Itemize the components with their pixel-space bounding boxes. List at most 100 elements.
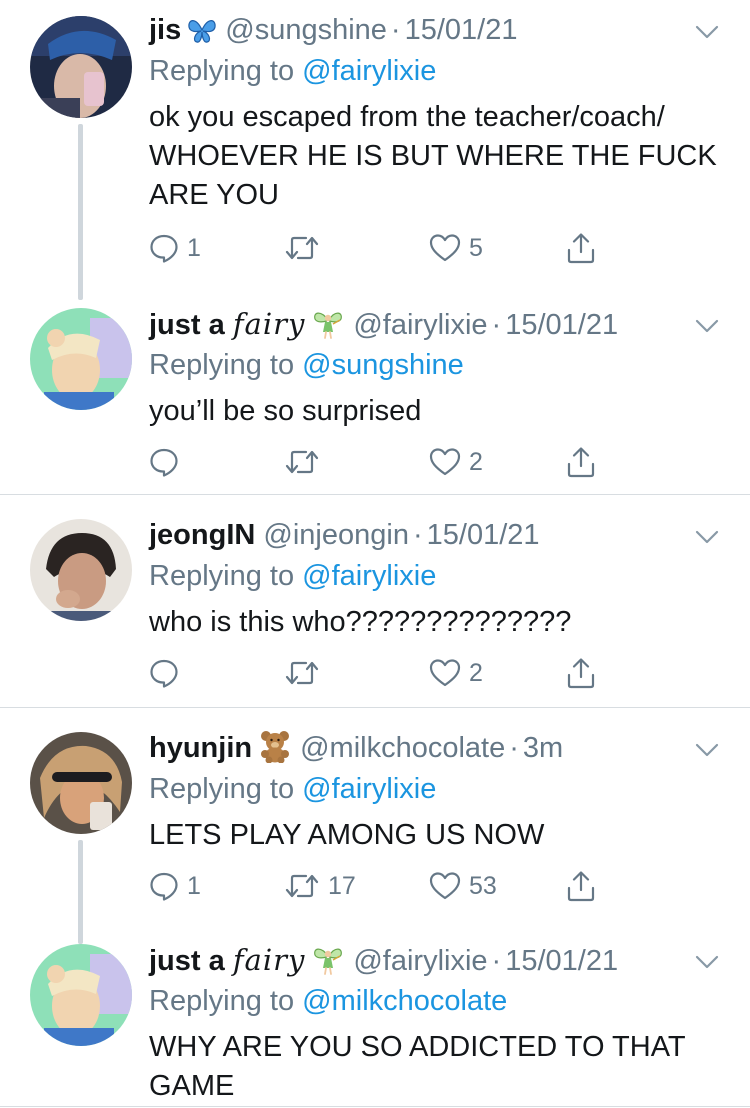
like-button[interactable]: 2 xyxy=(429,440,483,484)
tweet-text: ok you escaped from the teacher/coach/ W… xyxy=(149,101,717,211)
reply-button[interactable] xyxy=(149,440,187,484)
tweet-header: just a fairy @fairylixie · 15/01/21 xyxy=(149,940,720,980)
tweet-body: just a fairy @fairylixie · 15/01/21 Replyi… xyxy=(149,304,720,431)
timestamp[interactable]: 15/01/21 xyxy=(427,519,540,551)
like-count: 53 xyxy=(469,871,497,900)
display-name-prefix: just a xyxy=(149,945,233,977)
username-handle[interactable]: @fairylixie xyxy=(353,309,487,341)
tweet[interactable]: jis @sungshine · 15/01/21 Replying to @fai… xyxy=(0,0,750,300)
retweet-icon xyxy=(285,661,319,685)
mention-link[interactable]: @fairylixie xyxy=(302,560,436,592)
share-icon xyxy=(567,447,595,478)
tweet-actions: 2 xyxy=(149,440,720,484)
mention-link[interactable]: @milkchocolate xyxy=(302,985,507,1017)
avatar[interactable] xyxy=(30,732,132,834)
reply-count: 1 xyxy=(187,233,201,262)
timestamp[interactable]: 15/01/21 xyxy=(505,309,618,341)
share-button[interactable] xyxy=(565,864,597,908)
tweet-actions: 1 5 xyxy=(149,226,720,270)
retweet-button[interactable] xyxy=(284,440,328,484)
like-count: 2 xyxy=(469,447,483,476)
mention-link[interactable]: @fairylixie xyxy=(302,55,436,87)
display-name[interactable]: jeongIN xyxy=(149,519,255,551)
separator-dot: · xyxy=(390,14,401,46)
reply-button[interactable]: 1 xyxy=(149,864,201,908)
teddy-bear-emoji-icon xyxy=(258,729,292,774)
tweet-header: jis @sungshine · 15/01/21 xyxy=(149,10,720,50)
replying-to-label: Replying to xyxy=(149,349,295,381)
tweet[interactable]: jeongIN @injeongin · 15/01/21 Replying to … xyxy=(0,495,750,707)
separator-dot: · xyxy=(491,945,502,977)
reply-icon xyxy=(150,659,178,688)
retweet-button[interactable]: 17 xyxy=(284,864,356,908)
replying-to-label: Replying to xyxy=(149,773,295,805)
tweet-header: jeongIN @injeongin · 15/01/21 xyxy=(149,515,720,555)
thread-connector xyxy=(78,840,83,944)
timestamp[interactable]: 15/01/21 xyxy=(405,14,518,46)
tweet-text: WHY ARE YOU SO ADDICTED TO THAT GAME xyxy=(149,1031,686,1102)
reply-count: 1 xyxy=(187,871,201,900)
tweet-body: hyunjin @milkchocolate · 3m Replying to @f… xyxy=(149,728,720,855)
replying-to: Replying to @fairylixie xyxy=(149,52,720,90)
tweet[interactable]: just a fairy @fairylixie · 15/01/21 Replyi… xyxy=(0,300,750,494)
replying-to: Replying to @milkchocolate xyxy=(149,982,720,1020)
like-count: 2 xyxy=(469,658,483,687)
display-name[interactable]: hyunjin xyxy=(149,732,252,764)
username-handle[interactable]: @sungshine xyxy=(225,14,387,46)
username-handle[interactable]: @injeongin xyxy=(263,519,409,551)
separator-dot: · xyxy=(509,732,519,764)
mention-link[interactable]: @fairylixie xyxy=(302,773,436,805)
share-button[interactable] xyxy=(565,651,597,695)
tweet-text: LETS PLAY AMONG US NOW xyxy=(149,819,545,851)
timestamp[interactable]: 15/01/21 xyxy=(505,945,618,977)
timestamp[interactable]: 3m xyxy=(523,732,563,764)
avatar[interactable] xyxy=(30,308,132,410)
fairy-emoji-icon xyxy=(311,306,345,351)
display-name-stylized: fairy xyxy=(232,943,306,977)
display-name[interactable]: just a fairy xyxy=(149,943,306,977)
chevron-down-icon[interactable] xyxy=(694,310,720,350)
like-button[interactable]: 2 xyxy=(429,651,483,695)
avatar[interactable] xyxy=(30,16,132,118)
avatar[interactable] xyxy=(30,944,132,1046)
mention-link[interactable]: @sungshine xyxy=(302,349,464,381)
like-count: 5 xyxy=(469,233,483,262)
chevron-down-icon[interactable] xyxy=(694,521,720,561)
like-button[interactable]: 53 xyxy=(429,864,497,908)
display-name-prefix: just a xyxy=(149,309,233,341)
chevron-down-icon[interactable] xyxy=(694,946,720,986)
display-name-stylized: fairy xyxy=(232,307,306,341)
retweet-button[interactable] xyxy=(284,651,328,695)
retweet-icon xyxy=(285,450,319,474)
retweet-icon xyxy=(285,236,319,260)
tweet[interactable]: hyunjin @milkchocolate · 3m Replying to @f… xyxy=(0,708,750,944)
tweet-actions: 1 17 53 xyxy=(149,864,720,908)
display-name[interactable]: just a fairy xyxy=(149,307,306,341)
retweet-icon xyxy=(285,874,319,898)
heart-icon xyxy=(429,872,461,900)
tweet-text: you’ll be so surprised xyxy=(149,395,422,427)
tweet-header: hyunjin @milkchocolate · 3m xyxy=(149,728,720,768)
display-name[interactable]: jis xyxy=(149,14,181,46)
tweet-body: jeongIN @injeongin · 15/01/21 Replying to … xyxy=(149,515,720,642)
share-button[interactable] xyxy=(565,226,597,270)
like-button[interactable]: 5 xyxy=(429,226,483,270)
avatar[interactable] xyxy=(30,519,132,621)
heart-icon xyxy=(429,659,461,687)
username-handle[interactable]: @milkchocolate xyxy=(300,732,505,764)
retweet-button[interactable] xyxy=(284,226,328,270)
reply-icon xyxy=(150,448,178,477)
username-handle[interactable]: @fairylixie xyxy=(353,945,487,977)
replying-to: Replying to @fairylixie xyxy=(149,770,720,808)
reply-button[interactable] xyxy=(149,651,187,695)
tweet-body: just a fairy @fairylixie · 15/01/21 Replyi… xyxy=(149,940,720,1106)
tweet-text: who is this who?????????????? xyxy=(149,606,572,638)
share-button[interactable] xyxy=(565,440,597,484)
reply-button[interactable]: 1 xyxy=(149,226,201,270)
share-icon xyxy=(567,233,595,264)
chevron-down-icon[interactable] xyxy=(694,734,720,774)
tweet[interactable]: just a fairy @fairylixie · 15/01/21 Replyi… xyxy=(0,936,750,1108)
reply-thread: jis @sungshine · 15/01/21 Replying to @fai… xyxy=(0,0,750,1108)
tweet-body: jis @sungshine · 15/01/21 Replying to @fai… xyxy=(149,10,720,215)
chevron-down-icon[interactable] xyxy=(694,16,720,56)
